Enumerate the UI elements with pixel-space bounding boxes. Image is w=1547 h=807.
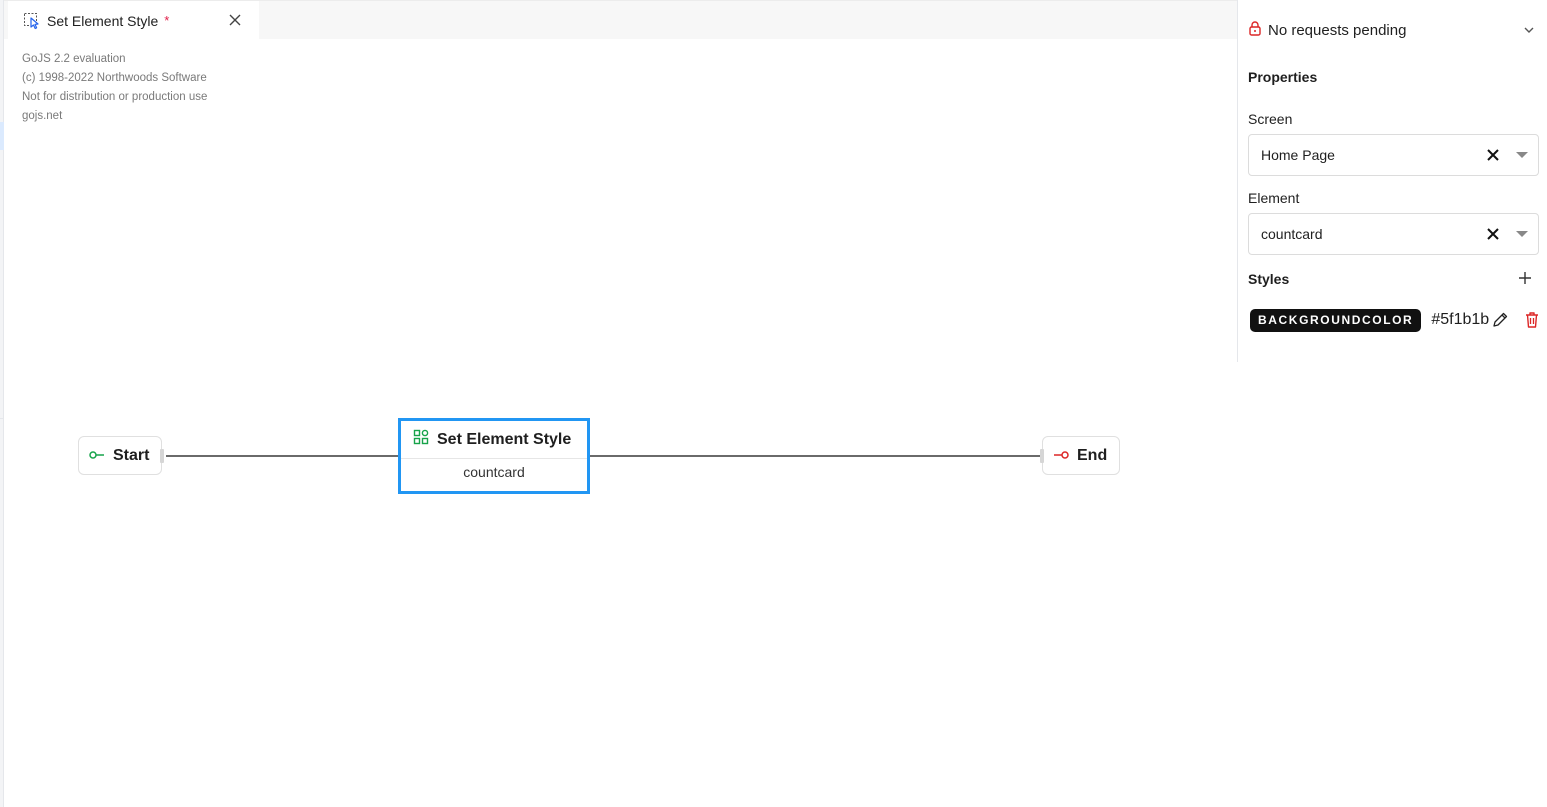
trash-icon[interactable] <box>1524 311 1540 329</box>
end-node[interactable]: End <box>1040 436 1120 475</box>
watermark-line: (c) 1998-2022 Northwoods Software <box>22 72 207 84</box>
screen-select[interactable]: Home Page <box>1248 134 1539 176</box>
tab-bar: Set Element Style * <box>4 0 1237 40</box>
action-node-header: Set Element Style <box>401 421 587 459</box>
unsaved-indicator: * <box>164 13 170 28</box>
style-value: #5f1b1b <box>1431 311 1490 328</box>
style-entry: BACKGROUNDCOLOR #5f1b1b <box>1250 308 1542 332</box>
output-port[interactable] <box>160 449 164 463</box>
properties-heading: Properties <box>1248 69 1318 85</box>
start-node[interactable]: Start <box>78 436 164 475</box>
gojs-watermark: GoJS 2.2 evaluation (c) 1998-2022 Northw… <box>22 50 207 126</box>
diagram-canvas[interactable]: GoJS 2.2 evaluation (c) 1998-2022 Northw… <box>4 39 1237 807</box>
input-port[interactable] <box>1040 449 1044 463</box>
style-property-chip: BACKGROUNDCOLOR <box>1250 308 1422 332</box>
clear-x-icon[interactable] <box>1486 227 1500 241</box>
watermark-line: gojs.net <box>22 110 63 122</box>
screen-select-value: Home Page <box>1261 147 1335 163</box>
start-label: Start <box>113 446 150 464</box>
workflow-editor: Set Element Style * GoJS 2.2 evaluation … <box>0 0 1547 807</box>
pencil-icon[interactable] <box>1491 311 1509 329</box>
set-element-style-node[interactable]: Set Element Style countcard <box>398 418 590 494</box>
screen-field-label: Screen <box>1248 111 1293 127</box>
plus-icon[interactable] <box>1517 270 1533 286</box>
tab-title: Set Element Style <box>47 12 159 29</box>
properties-panel: No requests pending Properties Screen Ho… <box>1237 0 1547 362</box>
dropdown-caret-icon[interactable] <box>1516 231 1528 237</box>
end-label: End <box>1077 446 1108 464</box>
watermark-line: Not for distribution or production use <box>22 91 208 103</box>
lock-icon <box>1248 20 1262 41</box>
dropdown-caret-icon[interactable] <box>1516 152 1528 158</box>
tab-set-element-style[interactable]: Set Element Style * <box>8 1 259 40</box>
pointer-select-icon <box>23 12 41 30</box>
requests-status-text: No requests pending <box>1268 21 1407 39</box>
action-node-title: Set Element Style <box>437 430 572 448</box>
element-select[interactable]: countcard <box>1248 213 1539 255</box>
chevron-down-icon[interactable] <box>1523 23 1535 41</box>
element-field-label: Element <box>1248 190 1300 206</box>
watermark-line: GoJS 2.2 evaluation <box>22 53 126 65</box>
element-select-value: countcard <box>1261 226 1323 242</box>
clear-x-icon[interactable] <box>1486 148 1500 162</box>
start-port-icon <box>89 447 105 465</box>
requests-status-dropdown[interactable]: No requests pending <box>1248 18 1543 42</box>
close-icon[interactable] <box>227 12 243 28</box>
end-port-icon <box>1053 447 1069 465</box>
components-icon <box>413 429 429 450</box>
styles-heading: Styles <box>1248 271 1290 287</box>
action-node-subtitle: countcard <box>463 464 525 480</box>
